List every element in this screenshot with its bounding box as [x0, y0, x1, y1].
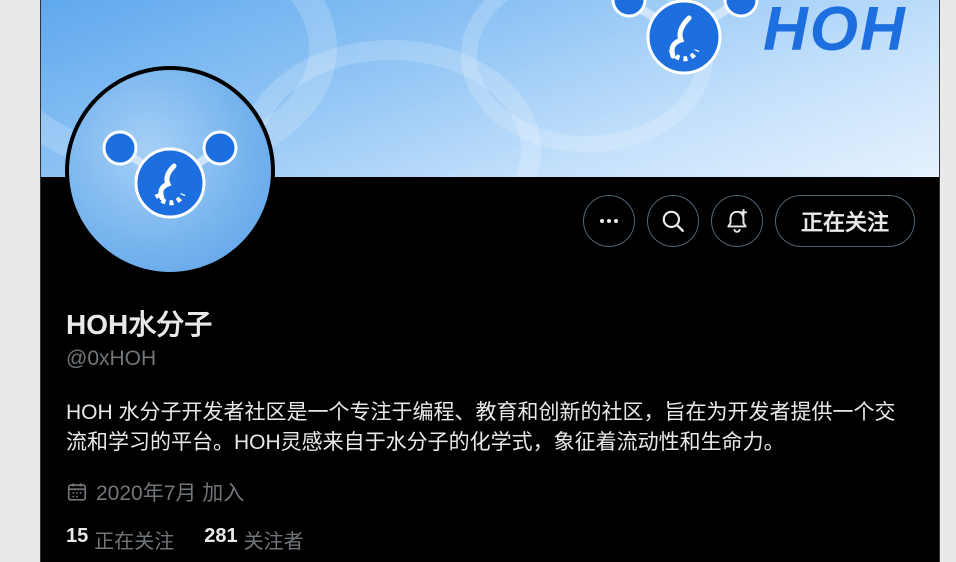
- profile-bio: HOH 水分子开发者社区是一个专注于编程、教育和创新的社区，旨在为开发者提供一个…: [66, 401, 896, 454]
- notifications-button[interactable]: [710, 195, 763, 247]
- following-count: 15: [66, 525, 89, 547]
- calendar-icon: [67, 483, 87, 501]
- more-icon: [599, 219, 618, 223]
- profile-stats: 15 正在关注 281 关注者: [66, 525, 304, 554]
- banner-molecule-logo-icon: [611, 0, 759, 75]
- profile-column: HOH 正在关注 HOH水分子 @0xHOH HOH 水分子开发者社区是一个专注…: [40, 0, 940, 562]
- avatar-image: [69, 70, 271, 272]
- following-button[interactable]: 正在关注: [774, 195, 915, 247]
- following-link[interactable]: 15 正在关注: [66, 525, 174, 554]
- profile-actions: 正在关注: [582, 195, 915, 247]
- more-button[interactable]: [582, 195, 635, 247]
- join-date: 2020年7月 加入: [66, 477, 244, 507]
- notification-bell-icon: [727, 209, 747, 233]
- following-label: 正在关注: [94, 531, 175, 553]
- join-date-text: 2020年7月 加入: [96, 482, 245, 505]
- profile-name: HOH水分子: [66, 309, 213, 340]
- followers-count: 281: [204, 525, 238, 547]
- followers-link[interactable]: 281 关注者: [204, 525, 303, 554]
- search-button[interactable]: [646, 195, 699, 247]
- profile-handle: @0xHOH: [66, 347, 157, 370]
- banner-brand-text: HOH: [763, 0, 907, 64]
- search-icon: [662, 210, 684, 232]
- followers-label: 关注者: [243, 531, 304, 553]
- avatar[interactable]: [65, 66, 275, 276]
- molecule-logo-icon: [102, 130, 238, 219]
